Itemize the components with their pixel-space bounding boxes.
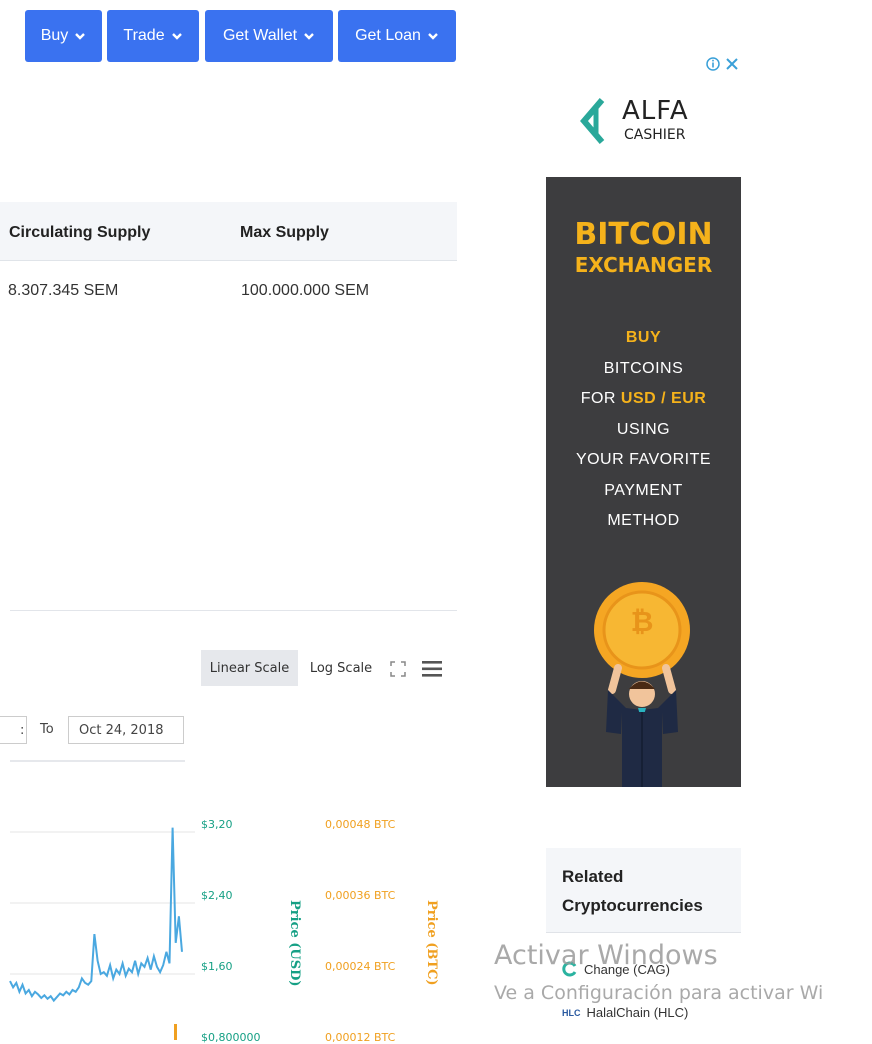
btc-tick-label: 0,00036 BTC	[325, 889, 396, 902]
ad-title-line2: EXCHANGER	[574, 253, 713, 277]
linear-scale-button[interactable]: Linear Scale	[201, 650, 298, 686]
get-wallet-menu-label: Get Wallet	[222, 27, 298, 44]
btc-tick-label: 0,00048 BTC	[325, 818, 396, 831]
get-loan-menu-button[interactable]: Get Loan	[338, 10, 456, 62]
bitcoin-coin-icon: ₿	[630, 605, 654, 638]
get-loan-menu-label: Get Loan	[355, 27, 421, 44]
ad-brand-header[interactable]: ALFA CASHIER	[546, 82, 741, 177]
windows-activation-watermark: Activar Windows	[494, 940, 718, 971]
date-from-input[interactable]: :	[0, 716, 27, 744]
trade-menu-label: Trade	[123, 27, 165, 44]
usd-tick-label: $3,20	[201, 818, 233, 831]
ad-brand-sub: CASHIER	[624, 127, 686, 143]
related-cryptocurrencies-header: Related Cryptocurrencies	[546, 848, 741, 933]
circulating-supply-header: Circulating Supply	[9, 224, 151, 241]
ad-choices-icon[interactable]	[703, 56, 741, 72]
ad-title-line1: BITCOIN	[574, 217, 713, 252]
date-to-input[interactable]: Oct 24, 2018	[68, 716, 184, 744]
menu-icon[interactable]	[421, 659, 443, 679]
trade-menu-button[interactable]: Trade	[107, 10, 199, 62]
date-to-label: To	[40, 722, 54, 737]
ad-brand-main: ALFA	[622, 96, 689, 126]
ad-line-buy: BUY	[625, 329, 662, 346]
circulating-supply-value: 8.307.345 SEM	[8, 282, 119, 299]
ad-line-highlight: USD / EUR	[620, 390, 707, 407]
alfa-cashier-logo-icon	[580, 98, 605, 144]
supply-table-header: Circulating Supply Max Supply	[0, 202, 457, 261]
btc-volume-bar	[174, 1024, 177, 1040]
ad-line: METHOD	[607, 512, 680, 529]
fullscreen-icon[interactable]	[389, 660, 407, 678]
chevron-down-icon	[75, 33, 86, 40]
btc-tick-label: 0,00024 BTC	[325, 960, 396, 973]
section-divider	[10, 610, 457, 611]
bitcoin-exchanger-ad[interactable]: BITCOIN EXCHANGER BUY BITCOINS FOR USD /…	[546, 177, 741, 787]
windows-activation-watermark-sub: Ve a Configuración para activar Wi	[494, 982, 824, 1004]
related-title-line1: Related	[562, 867, 624, 886]
price-chart	[9, 827, 195, 1040]
usd-price-series-line	[9, 827, 183, 1003]
chevron-down-icon	[304, 33, 314, 40]
buy-menu-label: Buy	[40, 27, 69, 44]
usd-tick-label: $1,60	[201, 960, 233, 973]
ad-line-prefix: FOR	[580, 390, 621, 407]
get-wallet-menu-button[interactable]: Get Wallet	[205, 10, 333, 62]
ad-line: BITCOINS	[603, 360, 684, 377]
usd-axis-title: Price (USD)	[287, 900, 302, 987]
buy-menu-button[interactable]: Buy	[25, 10, 102, 62]
usd-tick-label: $0,800000	[201, 1031, 261, 1044]
halalchain-logo-icon: HLC	[562, 1007, 581, 1018]
related-title-line2: Cryptocurrencies	[562, 896, 703, 915]
ad-line-currencies: FOR USD / EUR	[546, 390, 741, 408]
related-item-label: HalalChain (HLC)	[586, 1005, 689, 1020]
ad-line: USING	[616, 421, 671, 438]
chevron-down-icon	[428, 33, 438, 40]
usd-tick-label: $2,40	[201, 889, 233, 902]
btc-axis-title: Price (BTC)	[424, 900, 439, 986]
max-supply-value: 100.000.000 SEM	[241, 282, 370, 299]
log-scale-button[interactable]: Log Scale	[302, 650, 380, 686]
related-title: Related Cryptocurrencies	[562, 862, 703, 920]
chevron-down-icon	[171, 33, 182, 40]
related-item-halalchain[interactable]: HLC HalalChain (HLC)	[562, 1005, 688, 1020]
btc-tick-label: 0,00012 BTC	[325, 1031, 396, 1044]
ad-line: YOUR FAVORITE	[575, 451, 712, 468]
ad-line: PAYMENT	[604, 482, 683, 499]
max-supply-header: Max Supply	[240, 224, 329, 241]
range-selector-line	[10, 760, 185, 762]
